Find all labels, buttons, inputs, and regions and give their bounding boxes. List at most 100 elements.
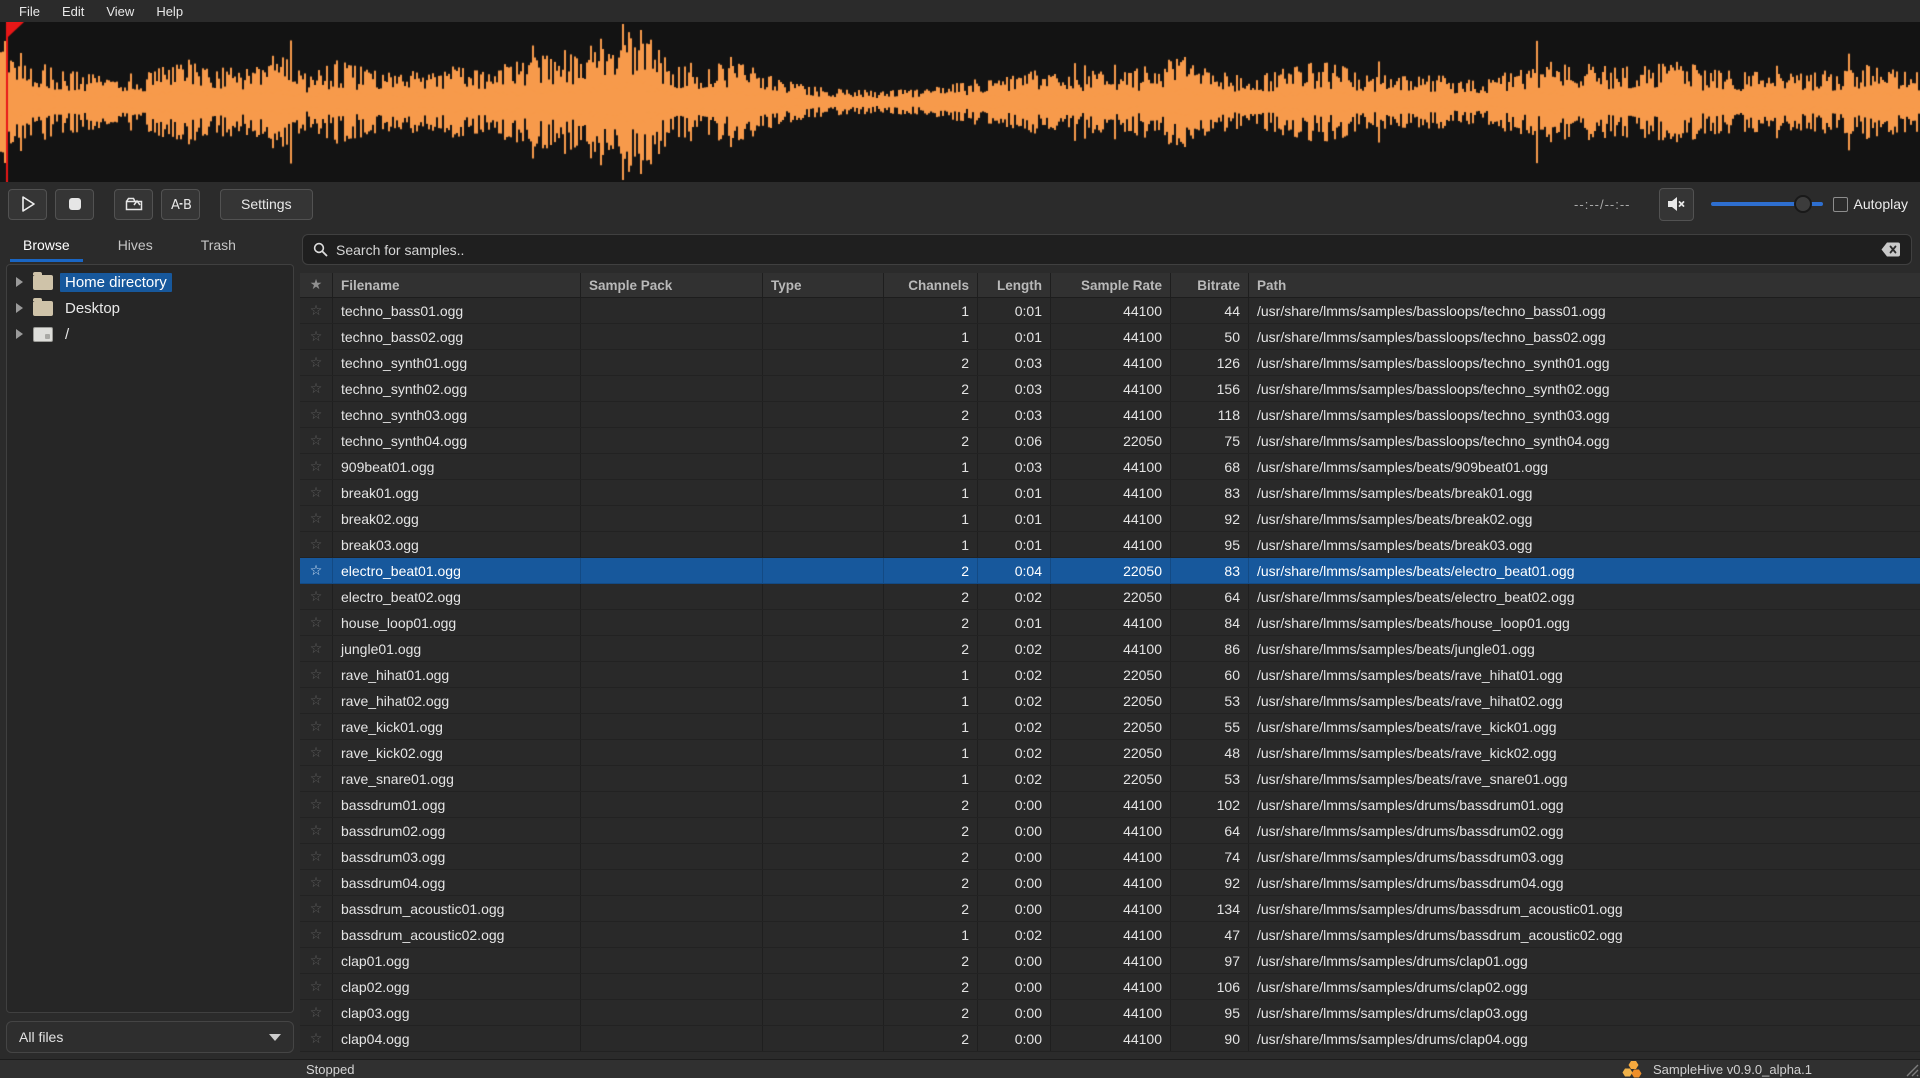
favorite-star-icon[interactable]: ☆: [300, 1000, 333, 1025]
favorite-star-icon[interactable]: ☆: [300, 740, 333, 765]
search-input[interactable]: [336, 242, 1881, 258]
volume-slider[interactable]: [1711, 195, 1823, 213]
tab-hives[interactable]: Hives: [105, 226, 166, 264]
caret-right-icon[interactable]: [16, 303, 23, 313]
table-row[interactable]: ☆techno_synth04.ogg20:062205075/usr/shar…: [300, 428, 1920, 454]
table-row[interactable]: ☆electro_beat02.ogg20:022205064/usr/shar…: [300, 584, 1920, 610]
column-length[interactable]: Length: [978, 273, 1051, 297]
autoplay-checkbox[interactable]: [1833, 197, 1848, 212]
volume-knob[interactable]: [1794, 195, 1812, 213]
favorite-star-icon[interactable]: ☆: [300, 636, 333, 661]
tree-item[interactable]: Home directory: [7, 269, 293, 295]
table-row[interactable]: ☆clap03.ogg20:004410095/usr/share/lmms/s…: [300, 1000, 1920, 1026]
menu-edit[interactable]: Edit: [51, 4, 95, 19]
tab-trash[interactable]: Trash: [188, 226, 249, 264]
table-row[interactable]: ☆clap04.ogg20:004410090/usr/share/lmms/s…: [300, 1026, 1920, 1052]
favorite-star-icon[interactable]: ☆: [300, 298, 333, 323]
caret-right-icon[interactable]: [16, 277, 23, 287]
table-row[interactable]: ☆break02.ogg10:014410092/usr/share/lmms/…: [300, 506, 1920, 532]
favorite-star-icon[interactable]: ☆: [300, 532, 333, 557]
tree-item-label[interactable]: Desktop: [60, 299, 125, 318]
search-bar[interactable]: [302, 234, 1912, 265]
autoplay-toggle[interactable]: Autoplay: [1833, 196, 1908, 212]
favorite-star-icon[interactable]: ☆: [300, 454, 333, 479]
favorite-star-icon[interactable]: ☆: [300, 558, 333, 583]
tree-item[interactable]: Desktop: [7, 295, 293, 321]
clear-search-icon[interactable]: [1881, 242, 1901, 257]
favorite-star-icon[interactable]: ☆: [300, 714, 333, 739]
favorite-star-icon[interactable]: ☆: [300, 818, 333, 843]
caret-right-icon[interactable]: [16, 329, 23, 339]
table-row[interactable]: ☆electro_beat01.ogg20:042205083/usr/shar…: [300, 558, 1920, 584]
favorite-star-icon[interactable]: ☆: [300, 402, 333, 427]
tab-browse[interactable]: Browse: [10, 226, 83, 264]
menu-view[interactable]: View: [95, 4, 145, 19]
table-row[interactable]: ☆909beat01.ogg10:034410068/usr/share/lmm…: [300, 454, 1920, 480]
table-row[interactable]: ☆rave_kick02.ogg10:022205048/usr/share/l…: [300, 740, 1920, 766]
table-row[interactable]: ☆bassdrum02.ogg20:004410064/usr/share/lm…: [300, 818, 1920, 844]
mute-button[interactable]: [1659, 188, 1694, 221]
table-row[interactable]: ☆jungle01.ogg20:024410086/usr/share/lmms…: [300, 636, 1920, 662]
loop-button[interactable]: [114, 189, 153, 220]
favorite-star-icon[interactable]: ☆: [300, 974, 333, 999]
column-sample-pack[interactable]: Sample Pack: [581, 273, 763, 297]
favorite-star-icon[interactable]: ☆: [300, 610, 333, 635]
tree-item[interactable]: /: [7, 321, 293, 347]
menu-help[interactable]: Help: [145, 4, 194, 19]
favorite-star-icon[interactable]: ☆: [300, 922, 333, 947]
resize-grip[interactable]: [1904, 1062, 1919, 1077]
column-channels[interactable]: Channels: [884, 273, 978, 297]
favorite-star-icon[interactable]: ☆: [300, 792, 333, 817]
table-row[interactable]: ☆bassdrum_acoustic02.ogg10:024410047/usr…: [300, 922, 1920, 948]
play-button[interactable]: [8, 189, 47, 220]
favorite-star-icon[interactable]: ☆: [300, 688, 333, 713]
favorite-star-icon[interactable]: ☆: [300, 376, 333, 401]
column-path[interactable]: Path: [1249, 273, 1920, 297]
column-sample-rate[interactable]: Sample Rate: [1051, 273, 1171, 297]
table-row[interactable]: ☆techno_bass01.ogg10:014410044/usr/share…: [300, 298, 1920, 324]
favorite-star-icon[interactable]: ☆: [300, 1026, 333, 1051]
menu-file[interactable]: File: [8, 4, 51, 19]
table-row[interactable]: ☆rave_hihat02.ogg10:022205053/usr/share/…: [300, 688, 1920, 714]
favorite-star-icon[interactable]: ☆: [300, 480, 333, 505]
table-row[interactable]: ☆clap02.ogg20:0044100106/usr/share/lmms/…: [300, 974, 1920, 1000]
table-row[interactable]: ☆rave_hihat01.ogg10:022205060/usr/share/…: [300, 662, 1920, 688]
tree-item-label[interactable]: /: [60, 325, 74, 344]
table-row[interactable]: ☆bassdrum_acoustic01.ogg20:0044100134/us…: [300, 896, 1920, 922]
table-row[interactable]: ☆house_loop01.ogg20:014410084/usr/share/…: [300, 610, 1920, 636]
stop-button[interactable]: [55, 189, 94, 220]
favorite-star-icon[interactable]: ☆: [300, 506, 333, 531]
column-filename[interactable]: Filename: [333, 273, 581, 297]
file-filter-dropdown[interactable]: All files: [6, 1021, 294, 1053]
favorite-star-icon[interactable]: ☆: [300, 662, 333, 687]
table-row[interactable]: ☆break03.ogg10:014410095/usr/share/lmms/…: [300, 532, 1920, 558]
column-type[interactable]: Type: [763, 273, 884, 297]
table-row[interactable]: ☆techno_synth02.ogg20:0344100156/usr/sha…: [300, 376, 1920, 402]
favorite-star-icon[interactable]: ☆: [300, 844, 333, 869]
tree-item-label[interactable]: Home directory: [60, 273, 172, 292]
table-row[interactable]: ☆break01.ogg10:014410083/usr/share/lmms/…: [300, 480, 1920, 506]
favorite-star-icon[interactable]: ☆: [300, 324, 333, 349]
settings-button[interactable]: Settings: [220, 189, 313, 220]
table-row[interactable]: ☆bassdrum03.ogg20:004410074/usr/share/lm…: [300, 844, 1920, 870]
favorites-column-icon[interactable]: ★: [300, 273, 333, 297]
favorite-star-icon[interactable]: ☆: [300, 948, 333, 973]
table-row[interactable]: ☆techno_synth01.ogg20:0344100126/usr/sha…: [300, 350, 1920, 376]
table-row[interactable]: ☆rave_kick01.ogg10:022205055/usr/share/l…: [300, 714, 1920, 740]
table-row[interactable]: ☆rave_snare01.ogg10:022205053/usr/share/…: [300, 766, 1920, 792]
table-row[interactable]: ☆clap01.ogg20:004410097/usr/share/lmms/s…: [300, 948, 1920, 974]
table-row[interactable]: ☆techno_bass02.ogg10:014410050/usr/share…: [300, 324, 1920, 350]
table-row[interactable]: ☆techno_synth03.ogg20:0344100118/usr/sha…: [300, 402, 1920, 428]
favorite-star-icon[interactable]: ☆: [300, 428, 333, 453]
waveform-canvas[interactable]: [0, 22, 1920, 182]
waveform-panel[interactable]: [0, 22, 1920, 182]
favorite-star-icon[interactable]: ☆: [300, 896, 333, 921]
table-row[interactable]: ☆bassdrum04.ogg20:004410092/usr/share/lm…: [300, 870, 1920, 896]
favorite-star-icon[interactable]: ☆: [300, 584, 333, 609]
favorite-star-icon[interactable]: ☆: [300, 870, 333, 895]
loop-ab-button[interactable]: A B: [161, 189, 200, 220]
favorite-star-icon[interactable]: ☆: [300, 766, 333, 791]
column-bitrate[interactable]: Bitrate: [1171, 273, 1249, 297]
table-row[interactable]: ☆bassdrum01.ogg20:0044100102/usr/share/l…: [300, 792, 1920, 818]
favorite-star-icon[interactable]: ☆: [300, 350, 333, 375]
